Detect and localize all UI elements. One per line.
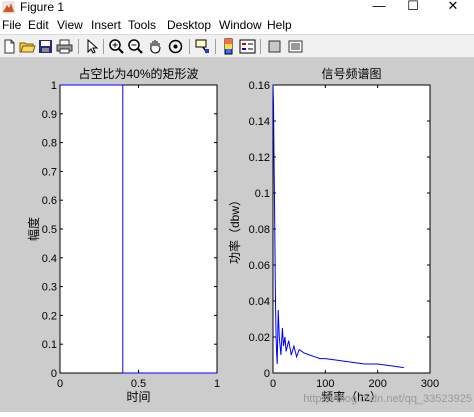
legend-icon[interactable] xyxy=(239,38,256,55)
watermark-text: https://blog.csdn.net/qq_33523925 xyxy=(303,393,472,405)
new-file-icon[interactable] xyxy=(1,38,18,55)
menu-view[interactable]: View xyxy=(57,17,83,33)
toolbar-separator xyxy=(189,39,190,54)
toolbar-separator xyxy=(103,39,104,54)
chart-title: 信号频谱图 xyxy=(321,67,381,81)
y-tick-label: 0 xyxy=(264,368,270,380)
y-tick-label: 0.3 xyxy=(42,282,57,294)
minimize-button[interactable]: — xyxy=(362,0,396,16)
toolbar-separator xyxy=(260,39,261,54)
x-tick-label: 0.5 xyxy=(131,378,146,390)
menu-desktop[interactable]: Desktop xyxy=(167,17,211,33)
colorbar-icon[interactable] xyxy=(220,38,237,55)
chart-title: 占空比为40%的矩形波 xyxy=(78,66,198,81)
menu-bar: File Edit View Insert Tools Desktop Wind… xyxy=(0,16,474,34)
menu-edit[interactable]: Edit xyxy=(28,17,49,33)
figure-canvas: 占空比为40%的矩形波 0 0.5 1 0 0.1 0.2 0.3 0.4 0.5 0.6 0.7 0.… xyxy=(26,66,472,405)
x-tick-label: 0 xyxy=(270,378,276,390)
y-tick-label: 0.1 xyxy=(42,339,57,351)
data-cursor-icon[interactable] xyxy=(194,38,211,55)
y-tick-label: 0.8 xyxy=(42,138,57,150)
y-tick-label: 0.16 xyxy=(249,80,270,92)
x-tick-label: 300 xyxy=(421,378,439,390)
figure-area: 占空比为40%的矩形波 0 0.5 1 0 0.1 0.2 0.3 0.4 0.5 0.6 0.7 0.… xyxy=(0,58,474,412)
x-axis-label: 时间 xyxy=(126,390,150,404)
y-tick-label: 1 xyxy=(51,80,57,92)
menu-window[interactable]: Window xyxy=(219,17,262,33)
y-axis-label: 功率（dbw） xyxy=(227,194,242,264)
y-tick-label: 0.4 xyxy=(42,253,57,265)
hide-plot-tools-icon[interactable] xyxy=(266,38,283,55)
close-button[interactable]: ✕ xyxy=(436,0,470,16)
menu-insert[interactable]: Insert xyxy=(91,17,121,33)
matlab-app-icon xyxy=(2,1,15,14)
toolbar-separator xyxy=(215,39,216,54)
toolbar-separator xyxy=(78,39,79,54)
y-tick-label: 0.2 xyxy=(42,310,57,322)
print-icon[interactable] xyxy=(56,38,73,55)
axes-box xyxy=(59,84,218,374)
x-tick-label: 200 xyxy=(368,378,386,390)
y-tick-label: 0.02 xyxy=(249,332,270,344)
x-tick-label: 100 xyxy=(316,378,334,390)
y-tick-label: 0.5 xyxy=(42,224,57,236)
save-icon[interactable] xyxy=(37,38,54,55)
y-tick-label: 0 xyxy=(51,368,57,380)
zoom-out-icon[interactable] xyxy=(127,38,144,55)
menu-tools[interactable]: Tools xyxy=(128,17,156,33)
y-tick-label: 0.04 xyxy=(249,296,270,308)
y-tick-label: 0.9 xyxy=(42,109,57,121)
arrow-pointer-icon[interactable] xyxy=(83,38,100,55)
y-tick-label: 0.06 xyxy=(249,260,270,272)
title-bar: Figure 1 — ☐ ✕ xyxy=(0,0,474,16)
window-title: Figure 1 xyxy=(20,0,65,14)
maximize-button[interactable]: ☐ xyxy=(396,0,430,16)
pan-hand-icon[interactable] xyxy=(147,38,164,55)
x-tick-label: 0 xyxy=(57,378,63,390)
axes-box xyxy=(272,84,431,374)
y-tick-label: 0.6 xyxy=(42,195,57,207)
rotate-3d-icon[interactable] xyxy=(167,38,184,55)
show-plot-tools-icon[interactable] xyxy=(287,38,304,55)
y-axis-label: 幅度 xyxy=(26,217,41,241)
y-tick-label: 0.08 xyxy=(249,224,270,236)
menu-file[interactable]: File xyxy=(2,17,21,33)
y-tick-label: 0.7 xyxy=(42,166,57,178)
y-tick-label: 0.12 xyxy=(249,152,270,164)
x-tick-label: 1 xyxy=(214,378,220,390)
y-tick-label: 0.1 xyxy=(255,188,270,200)
figure-toolbar xyxy=(0,34,474,58)
y-tick-label: 0.14 xyxy=(249,116,270,128)
menu-help[interactable]: Help xyxy=(267,17,292,33)
open-folder-icon[interactable] xyxy=(19,38,36,55)
zoom-in-icon[interactable] xyxy=(108,38,125,55)
